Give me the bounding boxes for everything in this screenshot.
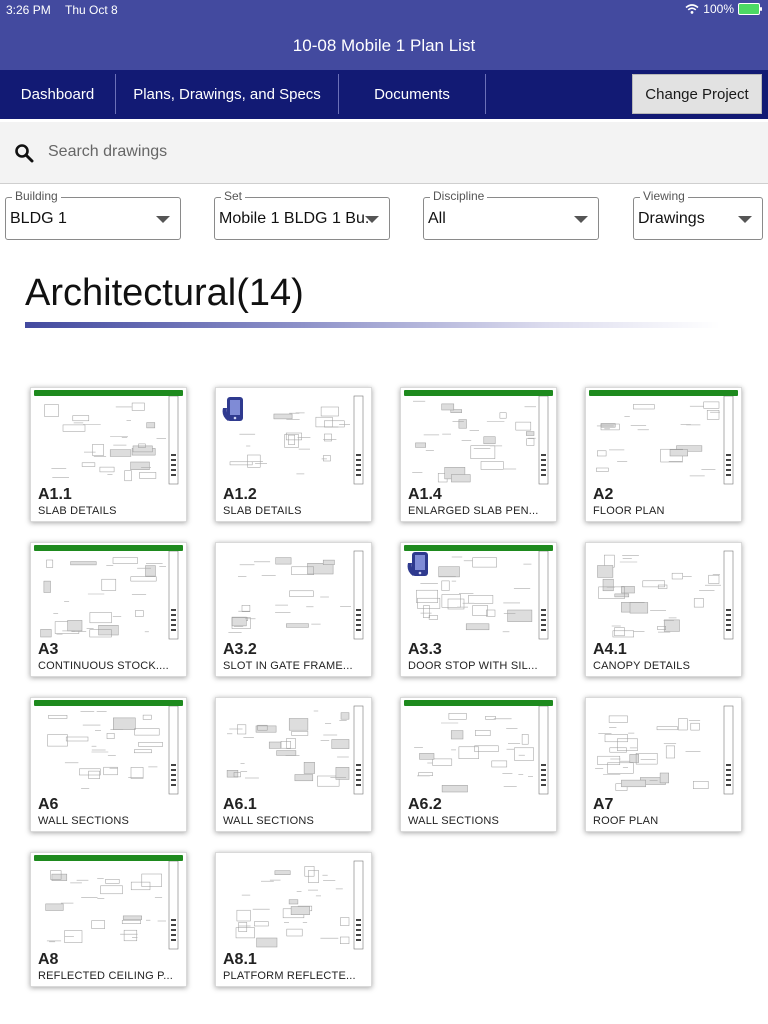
set-value: Mobile 1 BLDG 1 Bu... bbox=[219, 210, 369, 227]
drawing-number: A1.4 bbox=[408, 486, 442, 503]
drawing-card[interactable]: A3 CONTINUOUS STOCK.... bbox=[30, 542, 187, 677]
drawing-status-bar bbox=[404, 390, 553, 396]
drawing-card[interactable]: A1.4 ENLARGED SLAB PEN... bbox=[400, 387, 557, 522]
drawing-status-bar bbox=[34, 545, 183, 551]
set-label: Set bbox=[221, 189, 246, 203]
drawing-card[interactable]: A6.1 WALL SECTIONS bbox=[215, 697, 372, 832]
drawing-status-bar bbox=[34, 390, 183, 396]
building-label: Building bbox=[12, 189, 61, 203]
drawing-number: A6 bbox=[38, 796, 59, 813]
drawing-card[interactable]: A6.2 WALL SECTIONS bbox=[400, 697, 557, 832]
drawing-title: SLAB DETAILS bbox=[223, 505, 302, 517]
app-header: 3:26 PM Thu Oct 8 100% 10-08 Mobile 1 Pl… bbox=[0, 0, 768, 70]
drawing-title: PLATFORM REFLECTE... bbox=[223, 970, 356, 982]
drawing-thumbnail bbox=[414, 705, 549, 795]
drawing-number: A2 bbox=[593, 486, 614, 503]
building-value: BLDG 1 bbox=[10, 210, 67, 227]
drawing-status-bar bbox=[589, 390, 738, 396]
drawing-number: A7 bbox=[593, 796, 614, 813]
mobile-device-icon bbox=[222, 397, 243, 421]
drawing-number: A6.1 bbox=[223, 796, 257, 813]
drawing-title: SLAB DETAILS bbox=[38, 505, 117, 517]
drawing-number: A8 bbox=[38, 951, 59, 968]
drawing-title: DOOR STOP WITH SIL... bbox=[408, 660, 538, 672]
set-select[interactable]: Set Mobile 1 BLDG 1 Bu... bbox=[214, 189, 390, 240]
status-indicators: 100% bbox=[685, 2, 762, 16]
caret-down-icon bbox=[574, 216, 588, 223]
drawing-thumbnail bbox=[226, 705, 364, 795]
viewing-value: Drawings bbox=[638, 210, 705, 227]
drawing-title: CANOPY DETAILS bbox=[593, 660, 691, 672]
drawing-thumbnail bbox=[235, 860, 364, 950]
main-nav: Dashboard Plans, Drawings, and Specs Doc… bbox=[0, 70, 768, 119]
drawing-title: ENLARGED SLAB PEN... bbox=[408, 505, 539, 517]
drawing-status-bar bbox=[34, 855, 183, 861]
drawing-title: ROOF PLAN bbox=[593, 815, 659, 827]
drawing-number: A1.1 bbox=[38, 486, 72, 503]
page-title: 10-08 Mobile 1 Plan List bbox=[292, 36, 476, 55]
discipline-label: Discipline bbox=[430, 189, 488, 203]
nav-documents[interactable]: Documents bbox=[339, 70, 485, 119]
discipline-select[interactable]: Discipline All bbox=[423, 189, 599, 240]
drawing-card[interactable]: A8.1 PLATFORM REFLECTE... bbox=[215, 852, 372, 987]
caret-down-icon bbox=[738, 216, 752, 223]
battery-percent: 100% bbox=[703, 2, 734, 16]
drawing-card[interactable]: A7 ROOF PLAN bbox=[585, 697, 742, 832]
nav-plans-drawings-specs[interactable]: Plans, Drawings, and Specs bbox=[116, 70, 338, 119]
drawing-thumbnail bbox=[40, 550, 179, 640]
drawing-thumbnail bbox=[596, 395, 734, 485]
nav-divider bbox=[485, 74, 486, 114]
drawing-card[interactable]: A1.1 SLAB DETAILS bbox=[30, 387, 187, 522]
building-select[interactable]: Building BLDG 1 bbox=[5, 189, 181, 240]
viewing-select[interactable]: Viewing Drawings bbox=[633, 189, 763, 240]
drawing-thumbnail bbox=[595, 705, 734, 795]
caret-down-icon bbox=[156, 216, 170, 223]
drawing-thumbnail bbox=[44, 395, 179, 485]
caret-down-icon bbox=[365, 216, 379, 223]
drawing-status-bar bbox=[34, 700, 183, 706]
change-project-button[interactable]: Change Project bbox=[632, 74, 762, 114]
drawing-number: A4.1 bbox=[593, 641, 627, 658]
viewing-label: Viewing bbox=[640, 189, 688, 203]
drawing-number: A3 bbox=[38, 641, 59, 658]
drawing-card[interactable]: A2 FLOOR PLAN bbox=[585, 387, 742, 522]
drawing-title: WALL SECTIONS bbox=[38, 815, 130, 827]
section-title: Architectural(14) bbox=[25, 272, 304, 314]
drawing-number: A8.1 bbox=[223, 951, 257, 968]
discipline-value: All bbox=[428, 210, 446, 227]
drawing-title: WALL SECTIONS bbox=[223, 815, 315, 827]
drawing-thumbnail bbox=[412, 395, 549, 485]
drawing-thumbnail bbox=[228, 550, 364, 640]
drawing-card[interactable]: A3.3 DOOR STOP WITH SIL... bbox=[400, 542, 557, 677]
drawing-card[interactable]: A1.2 SLAB DETAILS bbox=[215, 387, 372, 522]
battery-icon bbox=[738, 3, 762, 15]
section-underline bbox=[25, 322, 720, 328]
status-time: 3:26 PM bbox=[6, 3, 51, 17]
search-bar bbox=[0, 122, 768, 184]
drawing-number: A1.2 bbox=[223, 486, 257, 503]
drawing-title: REFLECTED CEILING P... bbox=[38, 970, 174, 982]
drawing-thumbnail bbox=[45, 860, 179, 950]
drawing-title: WALL SECTIONS bbox=[408, 815, 500, 827]
drawing-number: A3.2 bbox=[223, 641, 257, 658]
drawing-card[interactable]: A3.2 SLOT IN GATE FRAME... bbox=[215, 542, 372, 677]
drawing-card[interactable]: A4.1 CANOPY DETAILS bbox=[585, 542, 742, 677]
drawing-title: SLOT IN GATE FRAME... bbox=[223, 660, 353, 672]
search-icon bbox=[15, 144, 34, 163]
status-date: Thu Oct 8 bbox=[65, 3, 118, 17]
search-input[interactable] bbox=[48, 140, 748, 164]
drawing-card[interactable]: A6 WALL SECTIONS bbox=[30, 697, 187, 832]
drawing-thumbnail bbox=[47, 705, 179, 795]
mobile-device-icon bbox=[407, 552, 428, 576]
drawing-card[interactable]: A8 REFLECTED CEILING P... bbox=[30, 852, 187, 987]
nav-dashboard[interactable]: Dashboard bbox=[0, 70, 115, 119]
drawing-title: CONTINUOUS STOCK.... bbox=[38, 660, 169, 672]
drawing-number: A3.3 bbox=[408, 641, 442, 658]
drawing-title: FLOOR PLAN bbox=[593, 505, 665, 517]
drawing-status-bar bbox=[404, 700, 553, 706]
wifi-icon bbox=[685, 4, 699, 14]
drawing-thumbnail bbox=[597, 550, 734, 640]
drawing-number: A6.2 bbox=[408, 796, 442, 813]
